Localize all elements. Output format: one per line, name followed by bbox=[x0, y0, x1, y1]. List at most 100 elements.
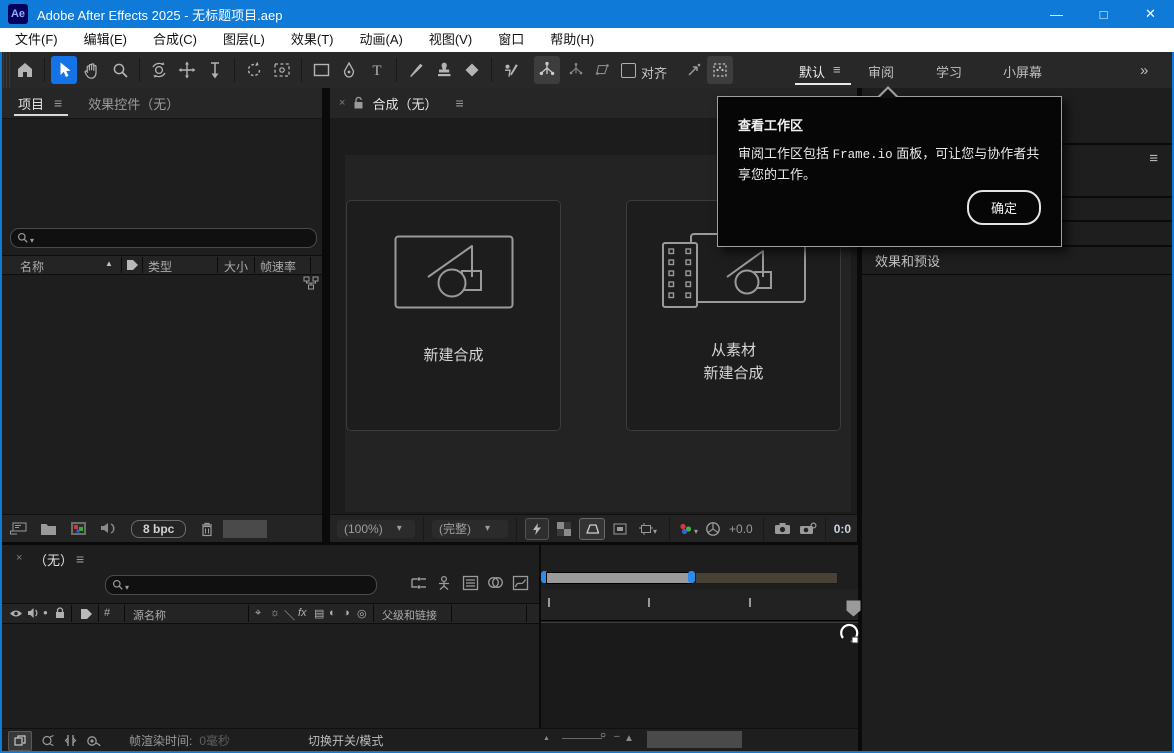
label-color-icon[interactable] bbox=[126, 259, 139, 271]
time-ruler[interactable] bbox=[541, 589, 858, 621]
new-composition-tile[interactable]: 新建合成 bbox=[346, 200, 561, 431]
project-search[interactable]: ▾ bbox=[10, 228, 317, 248]
shy-layers-icon[interactable] bbox=[462, 575, 479, 591]
minimize-button[interactable]: — bbox=[1033, 0, 1080, 28]
type-tool-icon[interactable]: T bbox=[364, 56, 390, 84]
render-status-icon[interactable] bbox=[8, 731, 32, 751]
zoom-tool-icon[interactable] bbox=[107, 56, 133, 84]
bpc-button[interactable]: 8 bpc bbox=[131, 520, 186, 538]
new-composition-icon[interactable] bbox=[70, 521, 87, 536]
snapshot-icon[interactable] bbox=[774, 522, 791, 535]
close-button[interactable]: ✕ bbox=[1127, 0, 1174, 28]
timeline-search-input[interactable] bbox=[129, 577, 370, 593]
column-name[interactable]: 名称 bbox=[20, 258, 44, 275]
pan-camera-tool-icon[interactable] bbox=[174, 56, 200, 84]
snap-label[interactable]: 对齐 bbox=[641, 63, 667, 82]
project-flowchart-icon[interactable] bbox=[303, 276, 319, 290]
timeline-tab[interactable]: （无） bbox=[34, 550, 73, 569]
dolly-camera-tool-icon[interactable] bbox=[202, 56, 228, 84]
mask-feather-options-icon[interactable] bbox=[707, 56, 733, 84]
transparency-grid-icon[interactable] bbox=[553, 519, 575, 539]
menu-animation[interactable]: 动画(A) bbox=[347, 28, 416, 52]
new-folder-icon[interactable] bbox=[40, 522, 57, 536]
zoom-out-mountain-icon[interactable]: ▲ bbox=[543, 735, 550, 742]
audio-icon[interactable] bbox=[27, 607, 39, 619]
menu-help[interactable]: 帮助(H) bbox=[537, 28, 607, 52]
menu-effect[interactable]: 效果(T) bbox=[278, 28, 347, 52]
eraser-tool-icon[interactable] bbox=[459, 56, 485, 84]
home-icon[interactable] bbox=[12, 56, 38, 84]
timeline-horizontal-scrollbar[interactable] bbox=[647, 731, 742, 748]
workspace-menu-icon[interactable]: ≡ bbox=[833, 62, 841, 77]
resolution-dropdown[interactable]: (完整)▾ bbox=[432, 520, 508, 538]
hand-tool-icon[interactable] bbox=[79, 56, 105, 84]
info-panel-menu-icon[interactable]: ≡ bbox=[1149, 150, 1158, 167]
motion-blur-toggle-icon[interactable] bbox=[64, 734, 77, 747]
workspace-tab-small-screen[interactable]: 小屏幕 bbox=[1003, 62, 1042, 81]
roto-brush-tool-icon[interactable] bbox=[498, 56, 524, 84]
menu-edit[interactable]: 编辑(E) bbox=[71, 28, 140, 52]
tab-effect-controls[interactable]: 效果控件（无） bbox=[88, 94, 179, 113]
timeline-zoom-slider-knob[interactable]: ○ bbox=[600, 730, 606, 741]
delete-icon[interactable] bbox=[200, 521, 214, 537]
draft-preview-icon[interactable] bbox=[86, 735, 101, 747]
sort-ascending-icon[interactable]: ▲ bbox=[105, 259, 113, 268]
switch-collapse-icon[interactable]: ☼ bbox=[270, 607, 280, 619]
switch-3d-icon[interactable]: ◎ bbox=[357, 607, 367, 620]
workspace-tab-learn[interactable]: 学习 bbox=[936, 62, 962, 81]
local-axis-mode-icon[interactable] bbox=[534, 56, 560, 84]
composition-tab-close-icon[interactable]: × bbox=[339, 97, 345, 109]
switch-quality-icon[interactable]: ＼ bbox=[284, 607, 295, 623]
column-number[interactable]: # bbox=[104, 607, 110, 619]
toggle-switches-button[interactable]: 切换开关/模式 bbox=[308, 732, 383, 749]
tab-project[interactable]: 项目 bbox=[18, 94, 44, 113]
project-renderer-icon[interactable] bbox=[100, 521, 118, 536]
view-axis-mode-icon[interactable] bbox=[590, 56, 616, 84]
frame-blending-icon[interactable] bbox=[487, 575, 504, 590]
orbit-camera-tool-icon[interactable] bbox=[146, 56, 172, 84]
toolbar-grip[interactable] bbox=[0, 52, 11, 88]
label-color-icon[interactable] bbox=[80, 608, 93, 620]
fast-preview-icon[interactable] bbox=[525, 518, 549, 540]
timeline-panel-menu-icon[interactable]: ≡ bbox=[76, 551, 84, 567]
project-footer-scrollbar[interactable] bbox=[223, 520, 267, 538]
time-navigator-bar[interactable] bbox=[695, 572, 838, 584]
camera-tool-icon[interactable] bbox=[269, 56, 295, 84]
draft-3d-icon[interactable] bbox=[436, 575, 452, 591]
eye-icon[interactable] bbox=[9, 609, 23, 618]
world-axis-mode-icon[interactable] bbox=[563, 56, 589, 84]
composition-timecode[interactable]: 0:0 bbox=[834, 522, 851, 536]
work-area-bar[interactable] bbox=[546, 572, 692, 584]
tab-composition[interactable]: 合成（无） bbox=[372, 94, 437, 113]
menu-file[interactable]: 文件(F) bbox=[2, 28, 71, 52]
pen-tool-icon[interactable] bbox=[336, 56, 362, 84]
switch-frame-blend-icon[interactable]: ▤ bbox=[314, 607, 324, 620]
timeline-tab-close-icon[interactable]: × bbox=[16, 552, 22, 564]
exposure-reset-icon[interactable] bbox=[705, 521, 721, 537]
timeline-search[interactable]: ▾ bbox=[105, 575, 377, 595]
menu-window[interactable]: 窗口 bbox=[485, 28, 537, 52]
workspace-tab-default[interactable]: 默认 bbox=[799, 62, 825, 81]
column-type[interactable]: 类型 bbox=[148, 258, 172, 275]
zoom-in-mountain-icon[interactable]: ▲ bbox=[624, 733, 634, 744]
magnification-dropdown[interactable]: (100%)▾ bbox=[337, 520, 415, 538]
timeline-zoom-slider-track[interactable] bbox=[562, 738, 602, 739]
region-of-interest-icon[interactable] bbox=[609, 519, 631, 539]
menu-layer[interactable]: 图层(L) bbox=[210, 28, 278, 52]
effects-presets-title[interactable]: 效果和预设 bbox=[875, 251, 940, 270]
column-source-name[interactable]: 源名称 bbox=[133, 607, 166, 623]
project-panel-menu-icon[interactable]: ≡ bbox=[54, 95, 62, 111]
show-snapshot-icon[interactable] bbox=[799, 522, 817, 536]
interpret-footage-icon[interactable] bbox=[9, 521, 28, 536]
comp-marker-bin-icon[interactable] bbox=[846, 600, 861, 617]
graph-editor-icon[interactable] bbox=[512, 575, 529, 591]
column-parent-link[interactable]: 父级和链接 bbox=[382, 607, 437, 623]
mask-visibility-icon[interactable] bbox=[579, 518, 605, 540]
rectangle-tool-icon[interactable] bbox=[308, 56, 334, 84]
workspace-tab-review[interactable]: 审阅 bbox=[868, 62, 894, 81]
unlock-icon[interactable] bbox=[353, 96, 364, 110]
column-frame-rate[interactable]: 帧速率 bbox=[260, 258, 296, 275]
column-size[interactable]: 大小 bbox=[224, 258, 248, 275]
clone-stamp-tool-icon[interactable] bbox=[431, 56, 457, 84]
snap-checkbox[interactable] bbox=[621, 63, 636, 78]
